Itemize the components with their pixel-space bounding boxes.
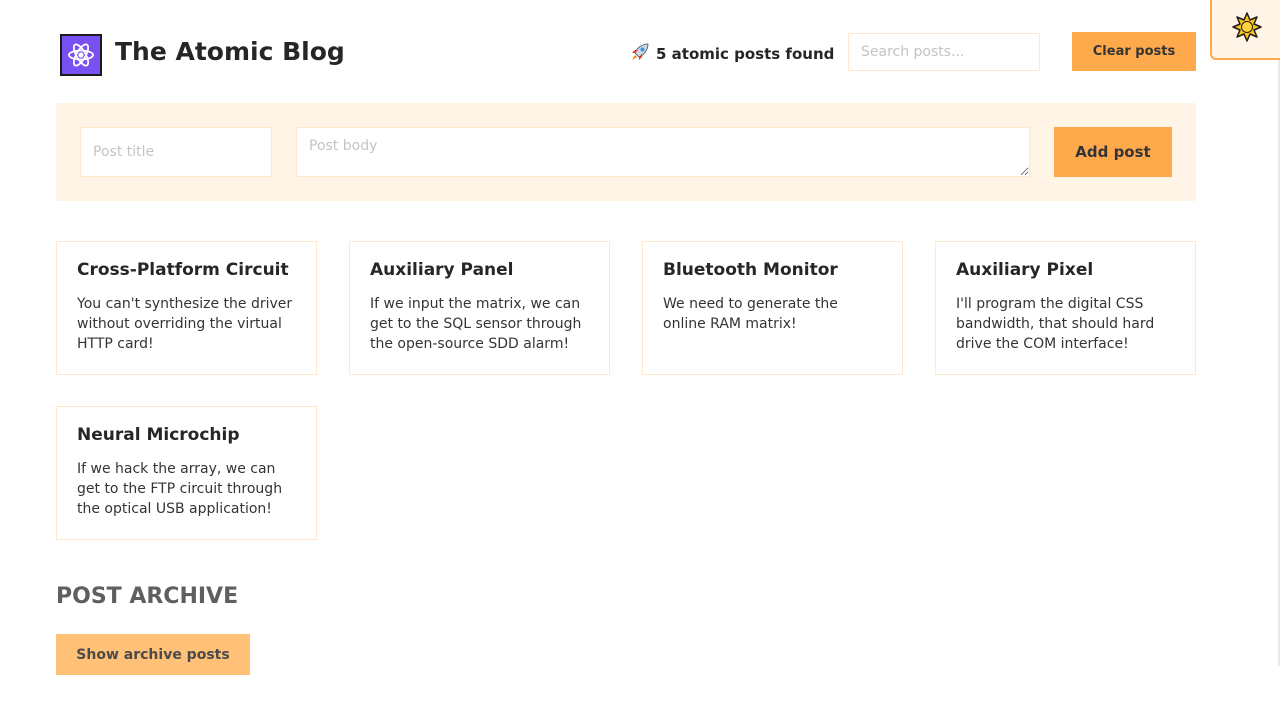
page-header: The Atomic Blog 5 atomic posts found Cle… [60, 32, 1196, 76]
atom-icon [60, 34, 102, 76]
clear-posts-button[interactable]: Clear posts [1072, 32, 1196, 71]
post-title: Neural Microchip [77, 425, 240, 445]
theme-toggle-button[interactable] [1210, 0, 1280, 60]
post-title: Auxiliary Pixel [956, 260, 1094, 280]
post-title: Auxiliary Panel [370, 260, 514, 280]
post-body: If we hack the array, we can get to the … [77, 461, 283, 517]
post-card: Bluetooth Monitor We need to generate th… [642, 241, 903, 375]
rocket-icon [630, 42, 650, 66]
post-card: Auxiliary Panel If we input the matrix, … [349, 241, 610, 375]
post-card: Neural Microchip If we hack the array, w… [56, 406, 317, 540]
add-post-button[interactable]: Add post [1054, 127, 1172, 177]
results-counter: 5 atomic posts found [630, 42, 834, 66]
post-body: I'll program the digital CSS bandwidth, … [956, 296, 1155, 352]
post-body: You can't synthesize the driver without … [77, 296, 293, 352]
post-card: Cross-Platform Circuit You can't synthes… [56, 241, 317, 375]
post-body: If we input the matrix, we can get to th… [370, 296, 582, 352]
post-title-input[interactable] [80, 127, 272, 177]
page-title: The Atomic Blog [115, 37, 345, 66]
sun-icon [1231, 11, 1263, 47]
show-archive-button[interactable]: Show archive posts [56, 634, 250, 675]
results-text: 5 atomic posts found [656, 45, 835, 63]
add-post-form: Add post [56, 103, 1196, 201]
post-title: Cross-Platform Circuit [77, 260, 289, 280]
post-card: Auxiliary Pixel I'll program the digital… [935, 241, 1196, 375]
search-input[interactable] [848, 33, 1040, 71]
post-title: Bluetooth Monitor [663, 260, 838, 280]
post-body-input[interactable] [296, 127, 1030, 177]
post-body: We need to generate the online RAM matri… [663, 296, 838, 332]
archive-heading: POST ARCHIVE [56, 584, 239, 609]
